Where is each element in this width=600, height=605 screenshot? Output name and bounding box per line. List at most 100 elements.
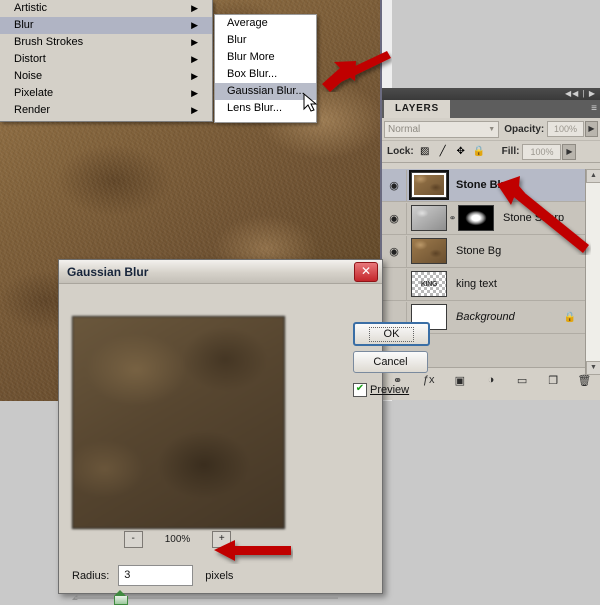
submenu-item-blur[interactable]: Blur: [215, 32, 316, 49]
adjustment-layer-icon[interactable]: ◑: [475, 374, 506, 386]
chevron-down-icon: ▼: [488, 122, 498, 137]
add-mask-icon[interactable]: ▣: [444, 374, 475, 387]
zoom-level-label: 100%: [165, 534, 191, 545]
menu-item-noise[interactable]: Noise ▶: [0, 68, 212, 85]
fill-label: Fill:: [502, 146, 520, 157]
chevron-right-icon: ▶: [191, 0, 198, 17]
layer-visibility-toggle[interactable]: [382, 269, 407, 300]
radius-unit-label: pixels: [205, 570, 233, 582]
eye-icon: ◉: [389, 212, 399, 225]
zoom-out-button[interactable]: -: [124, 531, 143, 548]
blend-mode-value: Normal: [388, 122, 420, 137]
preview-checkbox-label: Preview: [370, 384, 409, 396]
layer-thumbnail-text: KING: [421, 281, 437, 288]
delete-layer-icon[interactable]: 🗑: [569, 374, 600, 387]
menu-item-label: Distort: [14, 53, 46, 65]
ok-button[interactable]: OK: [353, 322, 430, 346]
close-icon[interactable]: ✕: [354, 262, 378, 282]
layers-scrollbar[interactable]: ▲ ▼: [585, 169, 600, 375]
blur-preview-image[interactable]: [72, 316, 285, 529]
layer-visibility-toggle[interactable]: ◉: [382, 170, 407, 201]
table-row[interactable]: ◉ ⚭ Stone Sharp: [382, 202, 585, 235]
radius-slider-thumb[interactable]: [114, 590, 127, 605]
opacity-input[interactable]: 100%: [547, 121, 584, 137]
preview-checkbox-group[interactable]: ✔ Preview: [353, 383, 409, 397]
filter-menu[interactable]: Artistic ▶ Blur ▶ Brush Strokes ▶ Distor…: [0, 0, 213, 122]
chevron-right-icon: ▶: [191, 51, 198, 68]
chevron-right-icon: ▶: [191, 68, 198, 85]
layer-mask-thumbnail[interactable]: [458, 205, 494, 231]
collapse-panel-icon[interactable]: ◀◀ | ▶: [565, 88, 596, 100]
fill-spinner-icon[interactable]: ▶: [562, 144, 576, 160]
eye-icon: ◉: [389, 245, 399, 258]
chevron-right-icon: ▶: [191, 17, 198, 34]
lock-label: Lock:: [387, 146, 414, 157]
blend-mode-select[interactable]: Normal ▼: [384, 121, 499, 138]
layer-name[interactable]: Stone Sharp: [503, 212, 564, 224]
tab-layers[interactable]: LAYERS: [384, 100, 450, 118]
all-lock-icon[interactable]: 🔒: [472, 145, 486, 158]
layer-thumbnail[interactable]: [411, 238, 447, 264]
lock-row: Lock: ▨ ╱ ✥ 🔒 Fill: 100% ▶: [382, 141, 600, 163]
table-row[interactable]: ◉ Stone Blur: [382, 169, 585, 202]
submenu-item-blur-more[interactable]: Blur More: [215, 49, 316, 66]
menu-item-label: Render: [14, 104, 50, 116]
zoom-in-button[interactable]: +: [212, 531, 231, 548]
gaussian-blur-dialog[interactable]: Gaussian Blur ✕ - 100% + OK Cancel ✔ Pre…: [58, 259, 383, 594]
cancel-button-label: Cancel: [373, 356, 407, 368]
preview-zoom-controls: - 100% +: [72, 530, 283, 548]
layer-thumbnail[interactable]: [411, 172, 447, 198]
menu-item-label: Noise: [14, 70, 42, 82]
scroll-down-icon[interactable]: ▼: [586, 361, 600, 375]
table-row[interactable]: KING king text: [382, 268, 585, 301]
dialog-title: Gaussian Blur: [67, 265, 148, 279]
cancel-button[interactable]: Cancel: [353, 351, 428, 373]
panel-menu-icon[interactable]: ≡: [591, 103, 597, 115]
link-icon[interactable]: ⚭: [448, 213, 457, 224]
chevron-right-icon: ▶: [191, 85, 198, 102]
submenu-item-lens-blur[interactable]: Lens Blur...: [215, 100, 316, 117]
new-group-icon[interactable]: ▭: [507, 374, 538, 387]
layer-thumbnail[interactable]: KING: [411, 271, 447, 297]
layer-name[interactable]: king text: [456, 278, 497, 290]
menu-item-brush-strokes[interactable]: Brush Strokes ▶: [0, 34, 212, 51]
layer-name[interactable]: Stone Blur: [456, 179, 512, 191]
menu-item-render[interactable]: Render ▶: [0, 102, 212, 119]
layer-visibility-toggle[interactable]: ◉: [382, 203, 407, 234]
panel-tabs: LAYERS ≡: [382, 100, 600, 118]
opacity-spinner-icon[interactable]: ▶: [585, 121, 598, 137]
submenu-item-gaussian-blur[interactable]: Gaussian Blur...: [215, 83, 316, 100]
move-lock-icon[interactable]: ✥: [454, 145, 468, 158]
blend-mode-row: Normal ▼ Opacity: 100% ▶: [382, 118, 600, 141]
layer-thumbnail[interactable]: [411, 205, 447, 231]
menu-item-label: Brush Strokes: [14, 36, 83, 48]
layer-name[interactable]: Stone Bg: [456, 245, 501, 257]
transparency-lock-icon[interactable]: ▨: [418, 145, 432, 158]
submenu-item-average[interactable]: Average: [215, 15, 316, 32]
table-row[interactable]: ◉ Stone Bg: [382, 235, 585, 268]
submenu-item-box-blur[interactable]: Box Blur...: [215, 66, 316, 83]
menu-item-label: Blur: [14, 19, 34, 31]
menu-item-label: Artistic: [14, 2, 47, 14]
paint-lock-icon[interactable]: ╱: [436, 145, 450, 158]
layer-visibility-toggle[interactable]: ◉: [382, 236, 407, 267]
checkbox-icon[interactable]: ✔: [353, 383, 367, 397]
radius-input[interactable]: 3: [118, 565, 193, 586]
slider-thumb-body: [114, 596, 128, 605]
menu-item-pixelate[interactable]: Pixelate ▶: [0, 85, 212, 102]
radius-label: Radius:: [72, 570, 109, 582]
menu-item-blur[interactable]: Blur ▶: [0, 17, 212, 34]
dialog-titlebar[interactable]: Gaussian Blur ✕: [59, 260, 382, 284]
menu-item-artistic[interactable]: Artistic ▶: [0, 0, 212, 17]
layer-style-fx-icon[interactable]: ƒx: [413, 374, 444, 386]
menu-item-distort[interactable]: Distort ▶: [0, 51, 212, 68]
chevron-right-icon: ▶: [191, 34, 198, 51]
scrollbar-track[interactable]: [586, 183, 600, 361]
panel-titlebar: ◀◀ | ▶: [382, 88, 600, 100]
layer-name[interactable]: Background: [456, 311, 515, 323]
dialog-body: - 100% + OK Cancel ✔ Preview Radius: 3 p…: [59, 284, 382, 593]
scroll-up-icon[interactable]: ▲: [586, 169, 600, 183]
fill-input[interactable]: 100%: [522, 144, 561, 160]
new-layer-icon[interactable]: ❐: [538, 374, 569, 387]
blur-submenu[interactable]: Average Blur Blur More Box Blur... Gauss…: [214, 14, 317, 123]
